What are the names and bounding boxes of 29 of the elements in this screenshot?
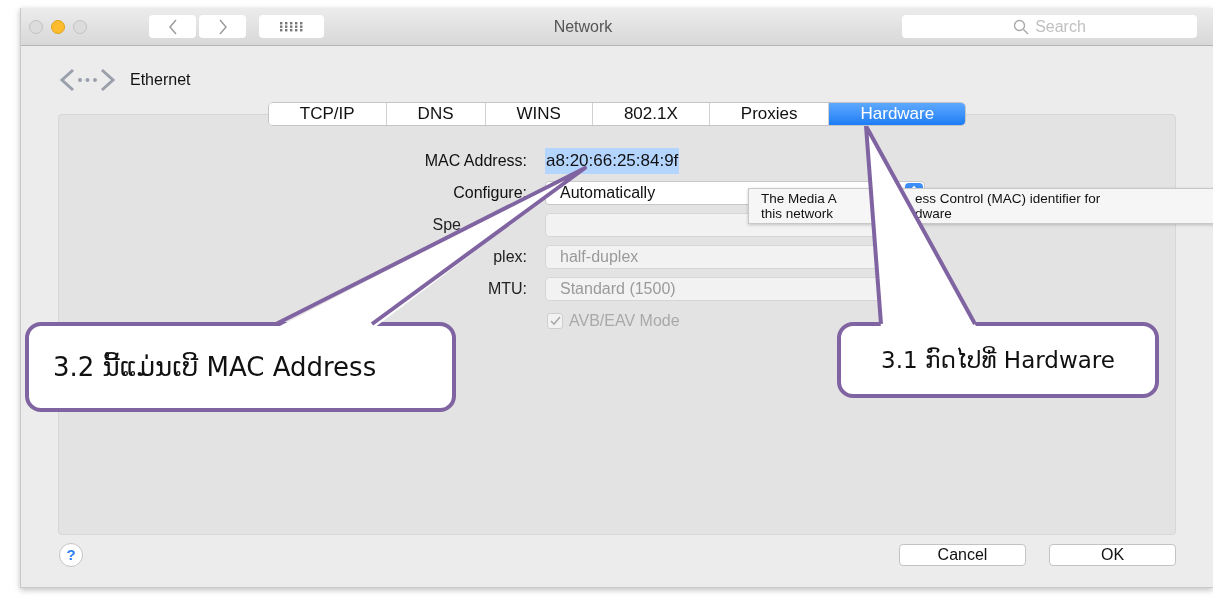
interface-name: Ethernet xyxy=(130,70,191,90)
field-label: Spe xyxy=(432,216,461,233)
tooltip-text: this network xyxy=(761,206,835,221)
field-label: MAC Address: xyxy=(424,152,527,169)
forward-icon xyxy=(217,18,228,35)
check-icon xyxy=(549,316,561,326)
callout: 3.2 ນີ້ແມ່ນເບີ MAC Address xyxy=(25,322,456,412)
field-label: MTU: xyxy=(487,280,527,297)
tooltip-text: dware xyxy=(915,206,952,221)
checkbox-label: AVB/EAV Mode xyxy=(569,311,680,331)
dialog-button[interactable]: Cancel xyxy=(899,544,1026,566)
back-button[interactable] xyxy=(149,15,196,38)
mac-address-value: a8:20:66:25:84:9f xyxy=(545,148,680,174)
window-title: Network xyxy=(553,17,613,35)
search-icon xyxy=(1013,18,1030,35)
callout: 3.1 ກົດໄປທີ່ Hardware xyxy=(837,322,1159,398)
help-button[interactable]: ? xyxy=(59,543,83,567)
minimize-icon[interactable] xyxy=(51,19,65,34)
grid-button[interactable] xyxy=(259,15,324,38)
dialog-button[interactable]: OK xyxy=(1049,544,1176,566)
tooltip-text: The Media A xyxy=(761,191,838,206)
field-label: plex: xyxy=(493,248,527,265)
field-label: Configure: xyxy=(453,184,527,201)
zoom-icon[interactable] xyxy=(73,19,87,34)
ethernet-icon xyxy=(59,68,116,92)
back-icon xyxy=(167,18,178,35)
close-icon[interactable] xyxy=(29,19,43,34)
forward-button[interactable] xyxy=(199,15,246,38)
grid-icon xyxy=(278,21,305,32)
